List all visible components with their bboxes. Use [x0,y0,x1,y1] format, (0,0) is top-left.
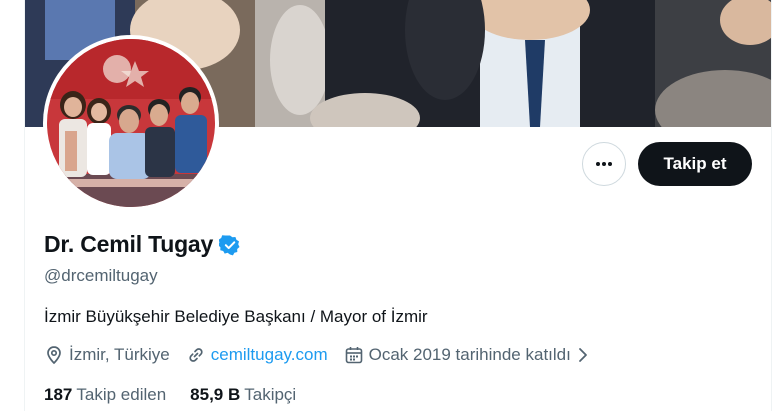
profile-bio: İzmir Büyükşehir Belediye Başkanı / Mayo… [44,307,428,326]
profile-meta: İzmir, Türkiye cemiltugay.com Ocak 2019 … [44,345,610,365]
column-divider-right [771,0,772,411]
link-icon [189,348,203,362]
profile-stats: 187 Takip edilen 85,9 B Takipçi [44,385,320,405]
location-text: İzmir, Türkiye [69,345,170,364]
follow-button[interactable]: Takip et [638,142,752,186]
avatar-photo [47,39,215,207]
joined-item[interactable]: Ocak 2019 tarihinde katıldı [344,345,594,365]
following-count: 187 [44,385,73,404]
followers-stat[interactable]: 85,9 B Takipçi [190,385,296,405]
joined-text: Ocak 2019 tarihinde katıldı [368,345,571,364]
profile-handle: @drcemiltugay [44,266,158,285]
website-link[interactable]: cemiltugay.com [211,345,328,365]
page-gutter [0,0,24,411]
profile-avatar[interactable] [43,35,219,211]
verified-badge-icon[interactable] [219,234,241,256]
followers-count: 85,9 B [190,385,241,404]
display-name: Dr. Cemil Tugay [44,231,214,257]
following-label: Takip edilen [76,385,167,404]
followers-label: Takipçi [244,385,297,404]
following-stat[interactable]: 187 Takip edilen [44,385,166,405]
website-item: cemiltugay.com [186,345,328,365]
more-icon [596,162,612,166]
chevron-right-icon [577,346,594,364]
location-pin-icon [47,346,61,365]
calendar-icon [345,347,362,364]
location-item: İzmir, Türkiye [44,345,170,365]
profile-name-row: Dr. Cemil Tugay [44,231,241,258]
more-options-button[interactable] [582,142,626,186]
